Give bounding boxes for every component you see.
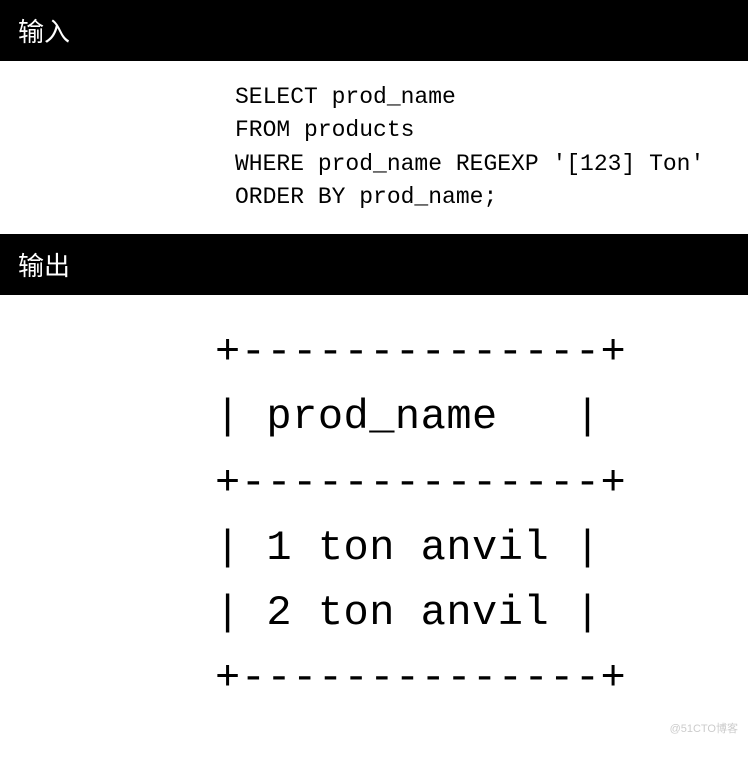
output-header-text: 输出 bbox=[18, 251, 70, 281]
sql-line-4: ORDER BY prod_name; bbox=[235, 184, 497, 210]
result-header-row: | prod_name | bbox=[215, 393, 601, 441]
output-header: 输出 bbox=[0, 234, 748, 295]
result-row-2: | 2 ton anvil | bbox=[215, 589, 601, 637]
result-table-block: +--------------+ | prod_name | +--------… bbox=[0, 295, 748, 711]
watermark-text: @51CTO博客 bbox=[670, 720, 738, 736]
input-header-text: 输入 bbox=[18, 17, 70, 47]
input-header: 输入 bbox=[0, 0, 748, 61]
result-border-top: +--------------+ bbox=[215, 328, 626, 376]
result-row-1: | 1 ton anvil | bbox=[215, 524, 601, 572]
sql-code-block: SELECT prod_name FROM products WHERE pro… bbox=[0, 61, 748, 234]
sql-line-1: SELECT prod_name bbox=[235, 84, 456, 110]
sql-line-2: FROM products bbox=[235, 117, 414, 143]
sql-line-3: WHERE prod_name REGEXP '[123] Ton' bbox=[235, 151, 704, 177]
result-border-bot: +--------------+ bbox=[215, 654, 626, 702]
result-border-mid: +--------------+ bbox=[215, 459, 626, 507]
